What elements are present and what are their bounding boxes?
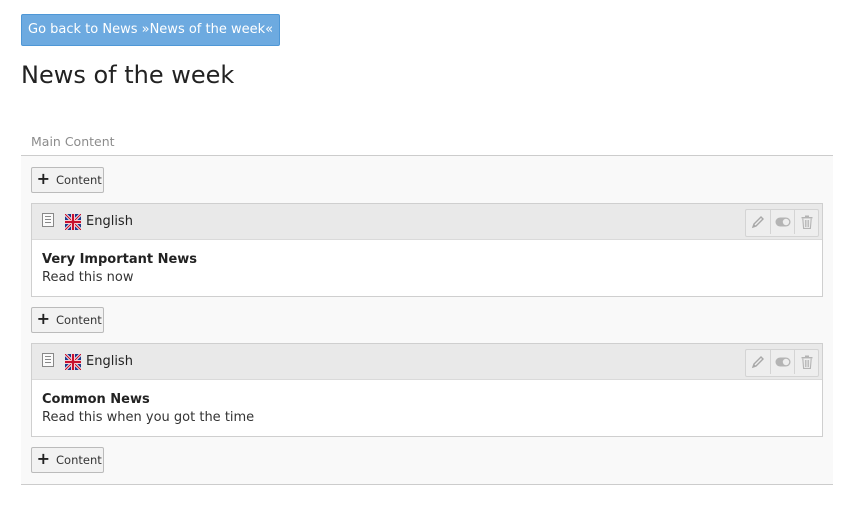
element-text: Read this when you got the time <box>42 410 255 425</box>
text-element-icon <box>42 213 54 227</box>
uk-flag-icon <box>65 214 81 230</box>
main-content-section: Main Content + Content English Very Impo… <box>21 127 833 485</box>
text-element-icon <box>42 353 54 367</box>
add-content-label: Content <box>56 173 102 187</box>
page: Go back to News »News of the week« News … <box>0 0 843 505</box>
trash-icon <box>801 215 812 229</box>
element-title: Common News <box>42 392 150 407</box>
toggle-visibility-button[interactable] <box>770 350 794 374</box>
delete-button[interactable] <box>794 350 818 374</box>
page-title: News of the week <box>21 61 235 89</box>
toggle-visibility-icon <box>775 217 790 227</box>
add-content-button[interactable]: + Content <box>31 447 104 473</box>
pencil-icon <box>751 216 764 229</box>
add-content-label: Content <box>56 313 102 327</box>
plus-icon: + <box>36 309 50 328</box>
trash-icon <box>801 355 812 369</box>
language-label: English <box>86 354 133 369</box>
edit-button[interactable] <box>746 210 770 234</box>
element-title: Very Important News <box>42 252 198 267</box>
element-text: Read this now <box>42 270 134 285</box>
pencil-icon <box>751 356 764 369</box>
toggle-visibility-button[interactable] <box>770 210 794 234</box>
content-element: English <box>31 343 823 437</box>
toggle-visibility-icon <box>775 357 790 367</box>
back-to-news-button[interactable]: Go back to News »News of the week« <box>21 14 281 46</box>
delete-button[interactable] <box>794 210 818 234</box>
edit-button[interactable] <box>746 350 770 374</box>
content-element-body: Common News Read this when you got the t… <box>32 380 822 427</box>
content-element-body: Very Important News Read this now <box>32 240 822 287</box>
content-element-header: English <box>32 344 822 380</box>
uk-flag-icon <box>65 354 81 370</box>
element-actions <box>745 209 819 237</box>
content-element-header: English <box>32 204 822 240</box>
add-content-button[interactable]: + Content <box>31 307 104 333</box>
add-content-button[interactable]: + Content <box>31 167 104 193</box>
add-content-label: Content <box>56 453 102 467</box>
element-actions <box>745 349 819 377</box>
content-element: English <box>31 203 823 297</box>
section-body: + Content English Very Important News Re… <box>21 156 833 484</box>
plus-icon: + <box>36 449 50 468</box>
plus-icon: + <box>36 169 50 188</box>
section-title: Main Content <box>21 127 833 156</box>
language-label: English <box>86 214 133 229</box>
